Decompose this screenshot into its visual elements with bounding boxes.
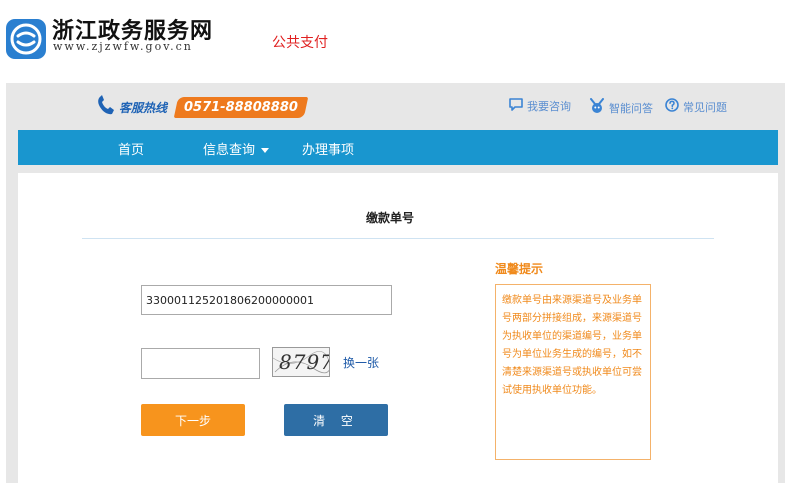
smart-qa-link[interactable]: 智能问答 [589,98,653,117]
tips-box: 缴款单号由来源渠道号及业务单号两部分拼接组成，来源渠道号为执收单位的渠道编号，业… [495,284,651,460]
robot-icon [589,98,605,117]
site-url: www.zjzwfw.gov.cn [53,40,193,53]
question-icon [665,98,679,115]
consult-link-label: 我要咨询 [527,100,571,113]
section-title: 公共支付 [272,35,328,51]
next-button[interactable]: 下一步 [141,404,245,436]
tips-title: 温馨提示 [495,262,544,276]
nav-item-home[interactable]: 首页 [118,139,144,158]
form-title: 缴款单号 [366,211,415,225]
clear-button[interactable]: 清 空 [284,404,388,436]
nav-item-services[interactable]: 办理事项 [302,139,354,158]
faq-link-label: 常见问题 [683,100,727,114]
smart-qa-link-label: 智能问答 [609,101,653,115]
nav-item-info-query-label: 信息查询 [203,143,256,158]
nav-item-info-query[interactable]: 信息查询 [203,139,270,158]
phone-icon [95,94,117,116]
hotline-label: 客服热线 [119,101,168,115]
faq-link[interactable]: 常见问题 [665,98,727,115]
caret-down-icon [261,148,270,153]
title-divider [82,238,714,239]
site-logo-icon[interactable] [6,19,46,59]
captcha-input[interactable] [141,348,260,379]
tips-text: 缴款单号由来源渠道号及业务单号两部分拼接组成，来源渠道号为执收单位的渠道编号，业… [502,295,642,396]
captcha-image[interactable]: 8797 [272,347,330,377]
hotline-number: 0571-88808880 [173,97,309,118]
payment-number-input[interactable] [141,285,392,315]
hotline-number-text: 0571-88808880 [184,100,298,115]
chat-icon [509,98,523,114]
captcha-text: 8797 [279,350,330,374]
refresh-captcha-link[interactable]: 换一张 [343,354,379,371]
consult-link[interactable]: 我要咨询 [509,98,571,114]
